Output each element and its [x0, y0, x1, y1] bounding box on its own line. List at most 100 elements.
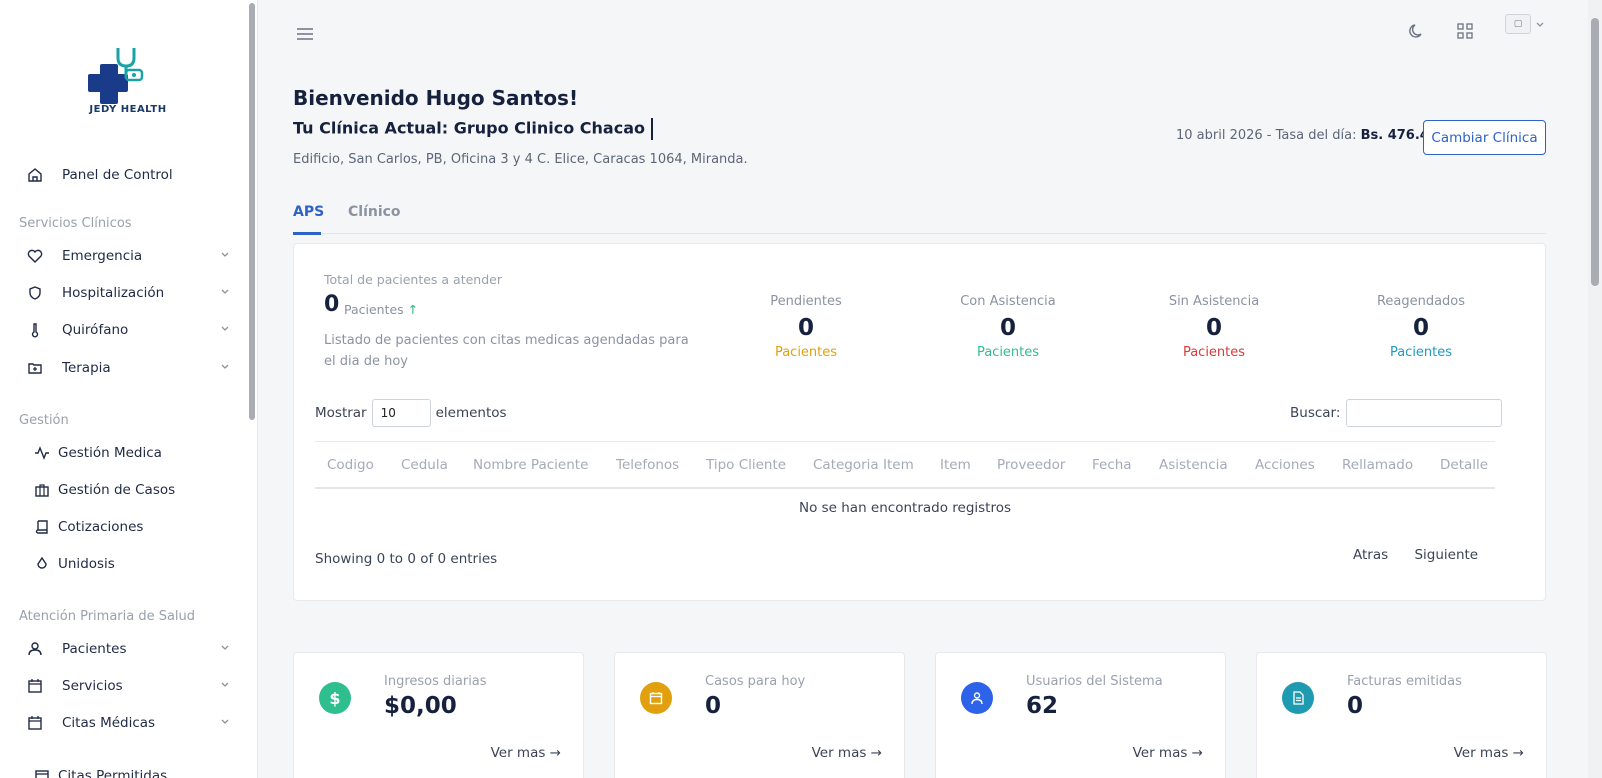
column-header[interactable]: Proveedor [997, 457, 1065, 473]
column-header[interactable]: Codigo [327, 457, 374, 473]
sidebar-item-panel[interactable]: Panel de Control [26, 161, 240, 189]
card-value: 0 [1347, 693, 1364, 719]
stat-label: Sin Asistencia [1168, 294, 1260, 309]
sidebar-item-gestion-casos[interactable]: Gestión de Casos [26, 476, 240, 504]
stat-label: Con Asistencia [960, 294, 1056, 309]
card-usuarios: Usuarios del Sistema 62 Ver mas → [935, 652, 1226, 778]
see-more-link[interactable]: Ver mas → [812, 745, 882, 761]
stat-unit: Pacientes [1389, 345, 1453, 360]
stat-unit: Pacientes [976, 345, 1040, 360]
sidebar-item-citas-medicas[interactable]: Citas Médicas [26, 709, 240, 737]
card-icon [34, 767, 50, 778]
column-header[interactable]: Nombre Paciente [473, 457, 588, 473]
user-icon [26, 640, 44, 658]
chevron-down-icon [221, 364, 229, 369]
chevron-down-icon [1536, 22, 1544, 27]
total-label: Total de pacientes a atender [324, 272, 502, 287]
sidebar-item-terapia[interactable]: Terapia [26, 354, 240, 382]
page-scrollbar[interactable] [1588, 0, 1602, 778]
total-value: 0 [324, 292, 340, 317]
see-more-link[interactable]: Ver mas → [491, 745, 561, 761]
sidebar-item-pacientes[interactable]: Pacientes [26, 635, 240, 663]
column-header[interactable]: Asistencia [1159, 457, 1228, 473]
sidebar-item-label: Cotizaciones [58, 519, 144, 535]
page-scrollbar-thumb[interactable] [1591, 18, 1599, 286]
user-icon [961, 682, 993, 714]
card-label: Casos para hoy [705, 674, 806, 689]
column-header[interactable]: Detalle [1440, 457, 1488, 473]
column-header[interactable]: Rellamado [1342, 457, 1413, 473]
column-header[interactable]: Acciones [1255, 457, 1315, 473]
search-input[interactable] [1346, 399, 1503, 427]
change-clinic-button[interactable]: Cambiar Clínica [1423, 120, 1546, 155]
tab-aps[interactable]: APS [293, 204, 324, 220]
book-icon [34, 518, 50, 536]
show-label: Mostrar [315, 405, 367, 421]
card-facturas: Facturas emitidas 0 Ver mas → [1256, 652, 1547, 778]
shield-icon [26, 284, 44, 302]
stat-value: 0 [797, 315, 814, 341]
card-ingresos: $ Ingresos diarias $0,00 Ver mas → [293, 652, 584, 778]
stat-label: Pendientes [770, 294, 842, 309]
appointments-card: Total de pacientes a atender 0 Pacientes… [293, 243, 1546, 601]
sidebar-item-cotizaciones[interactable]: Cotizaciones [26, 513, 240, 541]
column-header[interactable]: Categoria Item [813, 457, 914, 473]
column-header[interactable]: Item [940, 457, 971, 473]
stat-value: 0 [1205, 315, 1222, 341]
stat-reagendados: Reagendados 0 Pacientes [1346, 294, 1496, 360]
sidebar-item-hospitalizacion[interactable]: Hospitalización [26, 279, 240, 307]
stat-pendientes: Pendientes 0 Pacientes [731, 294, 881, 360]
sidebar-item-gestion-medica[interactable]: Gestión Medica [26, 439, 240, 467]
chevron-down-icon [221, 719, 229, 724]
show-suffix: elementos [435, 405, 507, 421]
stat-label: Reagendados [1376, 294, 1466, 309]
sidebar-item-citas-permitidas[interactable]: Citas Permitidas [26, 762, 240, 778]
sidebar-item-emergencia[interactable]: Emergencia [26, 242, 240, 270]
see-more-link[interactable]: Ver mas → [1454, 745, 1524, 761]
current-clinic: Tu Clínica Actual: Grupo Clinico Chacao [293, 118, 653, 140]
sidebar-item-quirofano[interactable]: Quirófano [26, 316, 240, 344]
column-header[interactable]: Cedula [401, 457, 448, 473]
column-header[interactable]: Telefonos [616, 457, 679, 473]
stat-unit: Pacientes [774, 345, 838, 360]
date-rate-text: 10 abril 2026 - Tasa del día: [1176, 128, 1361, 143]
text-cursor [650, 118, 653, 140]
column-header[interactable]: Fecha [1092, 457, 1132, 473]
next-page-button[interactable]: Siguiente [1414, 547, 1478, 563]
grid-icon[interactable] [1456, 22, 1474, 40]
sidebar-item-unidosis[interactable]: Unidosis [26, 550, 240, 578]
card-casos: Casos para hoy 0 Ver mas → [614, 652, 905, 778]
sidebar-item-servicios[interactable]: Servicios [26, 672, 240, 700]
dollar-icon: $ [319, 682, 351, 714]
page-size-select[interactable]: 10 [371, 399, 431, 427]
hamburger-menu-icon[interactable] [296, 26, 314, 42]
stat-value: 0 [1412, 315, 1429, 341]
sidebar-item-label: Unidosis [58, 556, 115, 572]
calendar-icon [26, 714, 44, 732]
sidebar-item-label: Citas Médicas [62, 715, 156, 731]
search-label: Buscar: [1290, 405, 1341, 421]
column-header[interactable]: Tipo Cliente [706, 457, 786, 473]
chevron-down-icon [221, 252, 229, 257]
prev-page-button[interactable]: Atras [1353, 547, 1388, 563]
see-more-link[interactable]: Ver mas → [1133, 745, 1203, 761]
activity-icon [34, 444, 50, 462]
moon-icon[interactable] [1408, 22, 1426, 40]
total-unit-text: Pacientes [344, 302, 404, 317]
sidebar-item-label: Terapia [62, 360, 111, 376]
sidebar-item-label: Servicios [62, 678, 123, 694]
sidebar-item-label: Gestión de Casos [58, 482, 176, 498]
briefcase-icon [34, 481, 50, 499]
chevron-down-icon [221, 682, 229, 687]
card-value: 62 [1026, 693, 1059, 719]
user-menu[interactable]: ▢ [1505, 14, 1545, 34]
sidebar-scrollbar[interactable] [249, 3, 255, 420]
section-label-primary: Atención Primaria de Salud [19, 609, 196, 624]
card-label: Ingresos diarias [384, 674, 487, 689]
list-description: Listado de pacientes con citas medicas a… [324, 333, 689, 369]
chevron-down-icon [221, 645, 229, 650]
stat-unit: Pacientes [1182, 345, 1246, 360]
table-header: Codigo Cedula Nombre Paciente Telefonos … [315, 441, 1495, 489]
tab-clinico[interactable]: Clínico [348, 204, 401, 220]
welcome-title: Bienvenido Hugo Santos! [293, 86, 579, 110]
